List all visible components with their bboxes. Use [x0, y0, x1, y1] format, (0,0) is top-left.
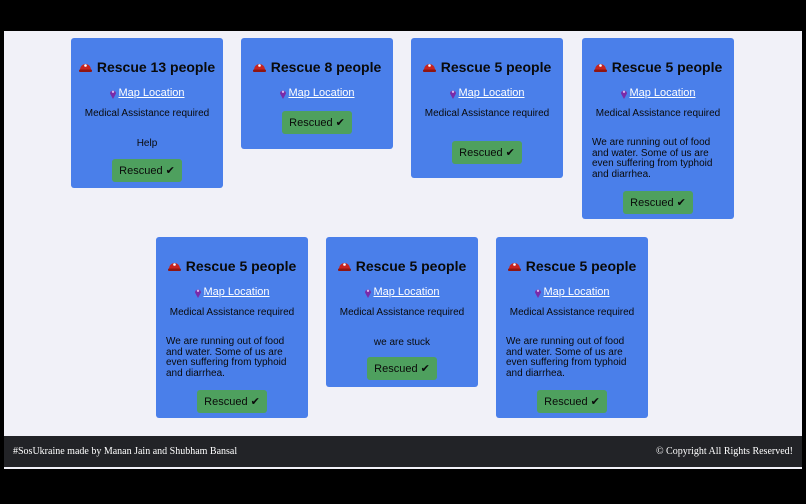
rescued-button[interactable]: Rescued ✔ — [112, 158, 182, 182]
rescued-button[interactable]: Rescued ✔ — [197, 390, 267, 413]
card-title: Rescue 5 people — [337, 258, 467, 274]
card-title-text: Rescue 13 people — [96, 59, 216, 75]
card-title: Rescue 5 people — [422, 59, 552, 75]
footer: #SosUkraine made by Manan Jain and Shubh… — [4, 436, 802, 467]
card-title: Rescue 8 people — [252, 59, 382, 75]
helmet-icon — [593, 64, 607, 72]
map-location-link[interactable]: Map Location — [109, 87, 185, 99]
map-location-link[interactable]: Map Location — [449, 87, 525, 99]
rescue-card: Rescue 5 people Map Location Medical Ass… — [582, 38, 734, 219]
rescued-button[interactable]: Rescued ✔ — [623, 191, 693, 214]
footer-credit: #SosUkraine made by Manan Jain and Shubh… — [13, 446, 238, 457]
rescued-button[interactable]: Rescued ✔ — [537, 390, 607, 413]
rescued-button[interactable]: Rescued ✔ — [367, 356, 437, 380]
card-title-text: Rescue 5 people — [185, 258, 297, 274]
medical-status: Medical Assistance required — [339, 307, 465, 318]
card-message: We are running out of food and water. So… — [506, 336, 627, 379]
map-location-label[interactable]: Map Location — [203, 286, 269, 298]
map-pin-icon — [450, 90, 457, 99]
map-location-link[interactable]: Map Location — [194, 286, 270, 298]
map-location-link[interactable]: Map Location — [364, 286, 440, 298]
rescue-card: Rescue 5 people Map Location Medical Ass… — [156, 237, 308, 418]
map-location-link[interactable]: Map Location — [279, 87, 355, 99]
card-title: Rescue 5 people — [167, 258, 297, 274]
map-pin-icon — [535, 289, 542, 298]
rescue-card: Rescue 8 people Map Location Rescued ✔ — [241, 38, 393, 149]
page-background: Rescue 13 people Map Location Medical As… — [4, 31, 802, 469]
card-message: Help — [136, 138, 158, 149]
map-location-label[interactable]: Map Location — [118, 87, 184, 99]
card-title-text: Rescue 5 people — [525, 258, 637, 274]
card-message: We are running out of food and water. So… — [592, 137, 713, 180]
map-location-label[interactable]: Map Location — [458, 87, 524, 99]
medical-status: Medical Assistance required — [424, 108, 550, 119]
medical-status: Medical Assistance required — [84, 108, 210, 119]
medical-status: Medical Assistance required — [509, 307, 635, 318]
helmet-icon — [252, 64, 266, 72]
card-title: Rescue 13 people — [78, 59, 216, 75]
rescue-card: Rescue 5 people Map Location Medical Ass… — [411, 38, 563, 178]
rescued-button[interactable]: Rescued ✔ — [452, 141, 522, 164]
map-location-link[interactable]: Map Location — [620, 87, 696, 99]
card-title-text: Rescue 5 people — [355, 258, 467, 274]
card-title: Rescue 5 people — [507, 258, 637, 274]
map-location-link[interactable]: Map Location — [534, 286, 610, 298]
card-title-text: Rescue 5 people — [611, 59, 723, 75]
map-pin-icon — [365, 289, 372, 298]
card-title-text: Rescue 8 people — [270, 59, 382, 75]
helmet-icon — [507, 263, 521, 271]
map-pin-icon — [280, 90, 287, 99]
card-title: Rescue 5 people — [593, 59, 723, 75]
map-pin-icon — [110, 90, 117, 99]
rescue-card: Rescue 5 people Map Location Medical Ass… — [326, 237, 478, 387]
map-location-label[interactable]: Map Location — [288, 87, 354, 99]
helmet-icon — [78, 64, 92, 72]
map-location-label[interactable]: Map Location — [373, 286, 439, 298]
card-title-text: Rescue 5 people — [440, 59, 552, 75]
rescued-button[interactable]: Rescued ✔ — [282, 111, 352, 134]
rescue-card: Rescue 13 people Map Location Medical As… — [71, 38, 223, 188]
card-message: we are stuck — [373, 337, 431, 348]
medical-status: Medical Assistance required — [595, 108, 721, 119]
rescue-card: Rescue 5 people Map Location Medical Ass… — [496, 237, 648, 418]
map-location-label[interactable]: Map Location — [629, 87, 695, 99]
map-location-label[interactable]: Map Location — [543, 286, 609, 298]
helmet-icon — [337, 263, 351, 271]
card-message: We are running out of food and water. So… — [166, 336, 287, 379]
medical-status: Medical Assistance required — [169, 307, 295, 318]
map-pin-icon — [621, 90, 628, 99]
helmet-icon — [167, 263, 181, 271]
footer-copyright: © Copyright All Rights Reserved! — [655, 446, 793, 457]
map-pin-icon — [195, 289, 202, 298]
helmet-icon — [422, 64, 436, 72]
